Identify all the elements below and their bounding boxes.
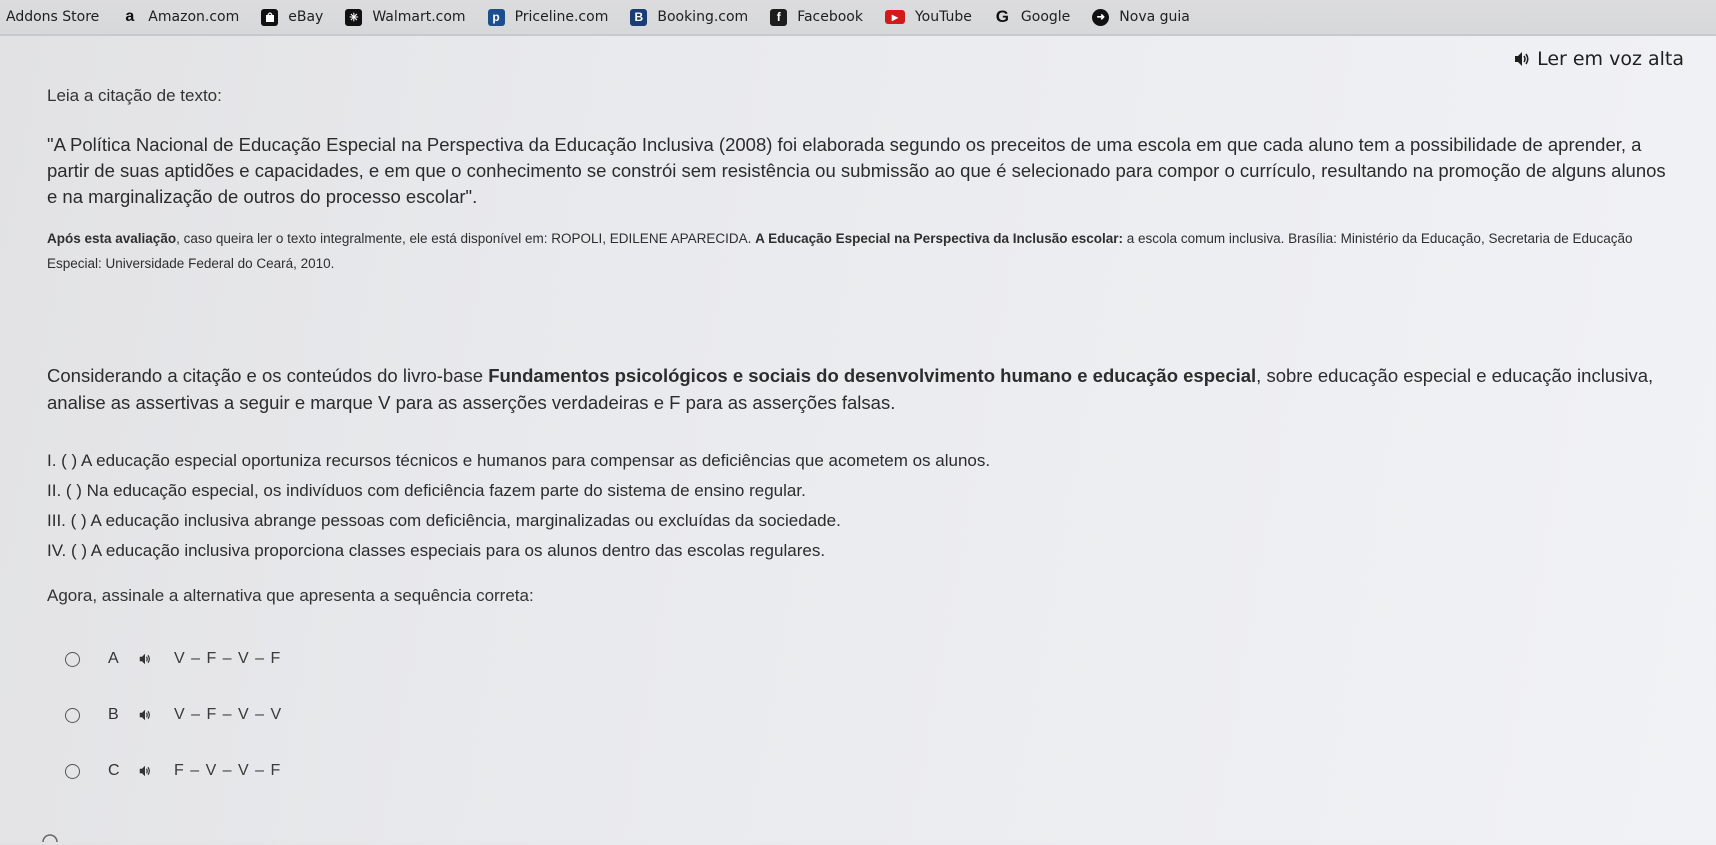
priceline-icon: p (487, 8, 505, 26)
bookmark-label: Amazon.com (148, 9, 240, 25)
amazon-icon: a (125, 8, 135, 25)
option-letter: A (108, 650, 119, 667)
speaker-icon[interactable] (138, 765, 152, 777)
statements-list: I. ( ) A educação especial oportuniza re… (47, 446, 1347, 566)
walmart-icon: ✳ (345, 8, 363, 26)
bookmark-label: eBay (288, 9, 324, 25)
radio-button[interactable] (65, 707, 80, 723)
bookmarks-bar: Addons Store a Amazon.com eBay ✳ Walmart… (0, 0, 1716, 34)
google-icon: G (995, 7, 1010, 26)
context-text-1: Considerando a citação e os conteúdos do… (47, 365, 489, 386)
read-aloud-button[interactable]: Ler em voz alta (1513, 48, 1684, 70)
cut-off-next-option (40, 828, 260, 845)
bookmark-label: YouTube (914, 9, 972, 25)
youtube-icon: ▶ (884, 10, 905, 24)
bookmark-label: Google (1020, 9, 1071, 25)
source-bold-prefix: Após esta avaliação (47, 231, 177, 246)
option-letter: C (108, 762, 120, 779)
bookmarks-divider (0, 34, 1716, 36)
instruction-text: Agora, assinale a alternativa que aprese… (47, 586, 534, 605)
quote-text: "A Política Nacional de Educação Especia… (47, 134, 1666, 207)
bookmark-amazon[interactable]: a Amazon.com (121, 8, 240, 26)
option-text: V – F – V – V (174, 706, 283, 723)
speaker-icon (1515, 52, 1529, 66)
bookmark-facebook[interactable]: f Facebook (770, 8, 863, 26)
new-tab-icon: ➜ (1092, 8, 1110, 26)
facebook-icon: f (770, 8, 788, 26)
bookmark-google[interactable]: G Google (994, 7, 1071, 26)
bookmark-label: Walmart.com (372, 9, 466, 25)
option-b[interactable]: B V – F – V – V (65, 704, 282, 726)
radio-button[interactable] (65, 651, 80, 667)
book-title: Fundamentos psicológicos e sociais do de… (488, 365, 1257, 386)
option-text: V – F – V – F (174, 650, 282, 667)
ebay-icon (261, 8, 279, 26)
speaker-icon[interactable] (138, 709, 152, 721)
bookmark-label: Booking.com (657, 9, 749, 25)
bookmark-label: Priceline.com (514, 9, 609, 25)
option-letter: B (108, 706, 119, 723)
bookmark-ebay[interactable]: eBay (261, 8, 324, 26)
bookmark-youtube[interactable]: ▶ YouTube (884, 9, 972, 25)
bookmark-label: Nova guia (1119, 9, 1190, 25)
read-aloud-label: Ler em voz alta (1537, 48, 1684, 70)
option-text: F – V – V – F (174, 762, 282, 779)
intro-text: Leia a citação de texto: (47, 86, 222, 105)
statement-4: IV. ( ) A educação inclusiva proporciona… (47, 541, 826, 560)
bookmark-label: Addons Store (6, 9, 100, 25)
radio-button[interactable] (65, 763, 80, 779)
speaker-icon[interactable] (138, 653, 152, 665)
source-citation: Após esta avaliação, caso queira ler o t… (47, 226, 1687, 276)
bookmark-label: Facebook (797, 9, 863, 25)
bookmark-priceline[interactable]: p Priceline.com (487, 8, 609, 26)
option-c[interactable]: C F – V – V – F (65, 760, 282, 782)
option-a[interactable]: A V – F – V – F (65, 648, 282, 670)
statement-2: II. ( ) Na educação especial, os indivíd… (47, 481, 806, 500)
statement-3: III. ( ) A educação inclusiva abrange pe… (47, 511, 841, 530)
statement-1: I. ( ) A educação especial oportuniza re… (47, 451, 991, 470)
source-text-1: , caso queira ler o texto integralmente,… (176, 231, 756, 246)
booking-icon: B (630, 8, 648, 26)
bookmark-addons-store[interactable]: Addons Store (6, 9, 99, 25)
bookmark-walmart[interactable]: ✳ Walmart.com (345, 8, 466, 26)
bookmark-nova-guia[interactable]: ➜ Nova guia (1092, 8, 1190, 26)
bookmark-booking[interactable]: B Booking.com (630, 8, 749, 26)
question-context: Considerando a citação e os conteúdos do… (47, 362, 1697, 416)
source-title: A Educação Especial na Perspectiva da In… (755, 231, 1124, 246)
answer-options: A V – F – V – F B V – F – V – V C F – V … (65, 648, 282, 816)
